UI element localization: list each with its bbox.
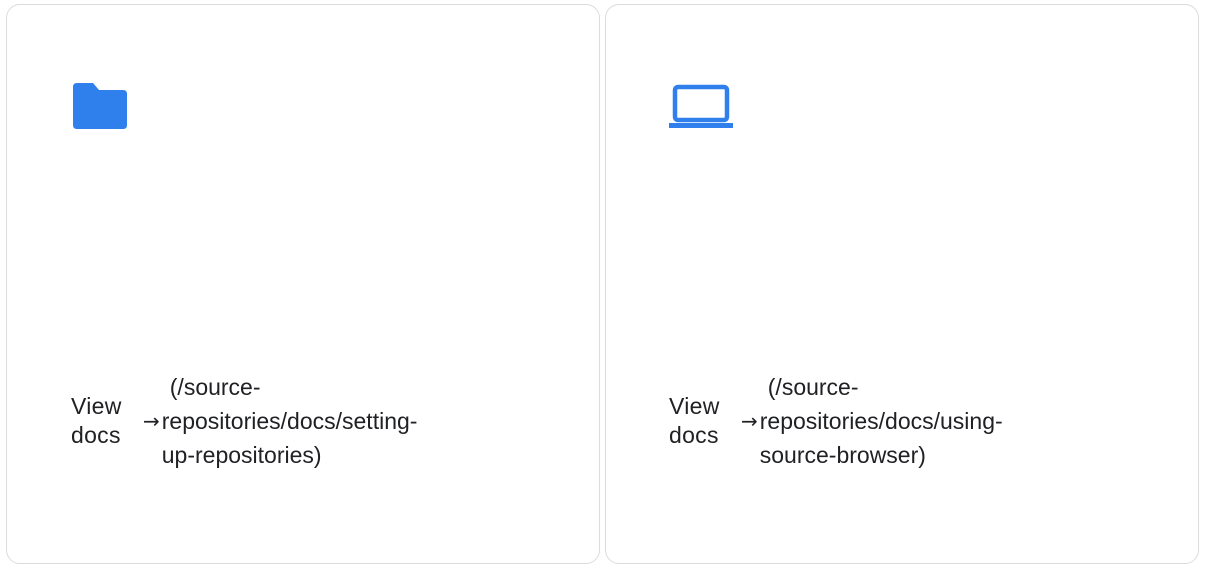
doc-path-text: (/source- repositories/docs/using- sourc… [759, 374, 1003, 468]
view-docs-link-source-browser[interactable]: View docs → (/source- repositories/docs/… [669, 370, 1120, 472]
folder-icon [71, 81, 129, 131]
laptop-icon [669, 81, 733, 131]
view-docs-label: View docs [669, 393, 720, 448]
arrow-right-icon: → [143, 408, 160, 433]
view-docs-link-setup-repositories[interactable]: View docs → (/source- repositories/docs/… [71, 370, 522, 472]
doc-path-text: (/source- repositories/docs/setting- up-… [161, 374, 418, 468]
arrow-right-icon: → [741, 408, 758, 433]
view-docs-label: View docs [71, 393, 122, 448]
setup-repositories-card: View docs → (/source- repositories/docs/… [6, 4, 600, 564]
source-browser-card: View docs → (/source- repositories/docs/… [605, 4, 1199, 564]
